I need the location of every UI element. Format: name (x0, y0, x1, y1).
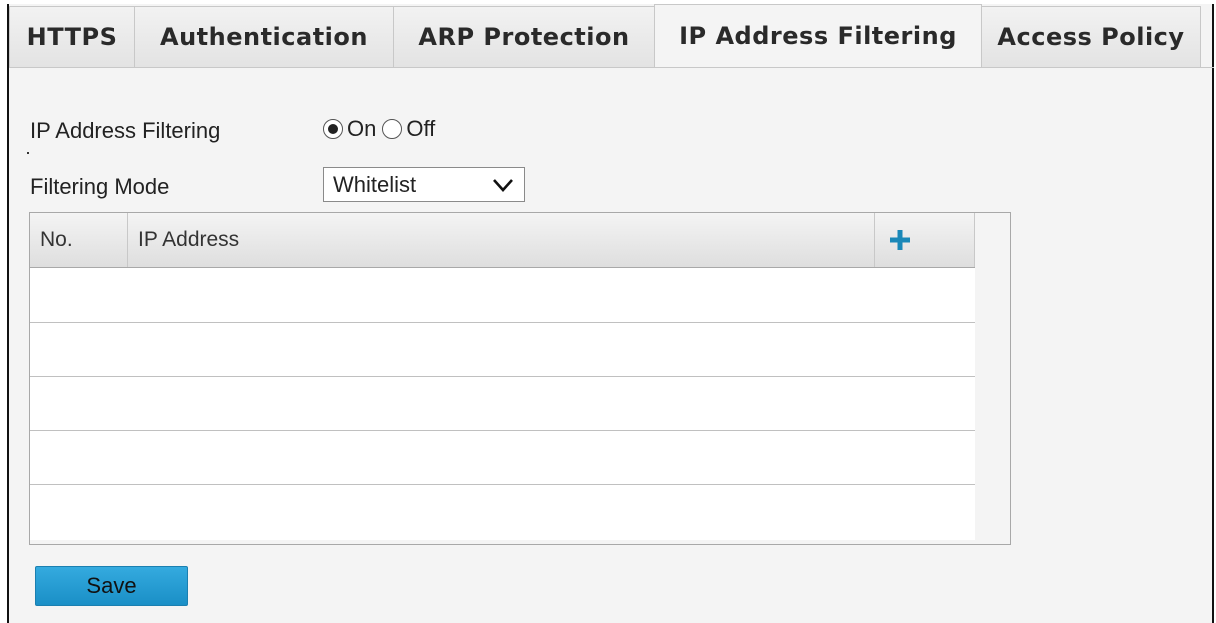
tab-https[interactable]: HTTPS (9, 6, 135, 68)
table-row (30, 485, 975, 540)
radio-selected-dot (328, 124, 338, 134)
filtering-mode-select[interactable]: Whitelist (323, 167, 525, 202)
table-body (30, 268, 975, 540)
radio-on-label[interactable]: On (347, 116, 376, 142)
add-ip-button[interactable] (875, 213, 975, 267)
column-header-no: No. (30, 213, 128, 267)
save-button[interactable]: Save (35, 566, 188, 606)
ip-filtering-label: IP Address Filtering (30, 118, 221, 143)
radio-off-label[interactable]: Off (406, 116, 435, 142)
column-header-ip-address: IP Address (128, 213, 875, 267)
tab-ip-address-filtering[interactable]: IP Address Filtering (654, 4, 982, 68)
tab-access-policy[interactable]: Access Policy (981, 6, 1201, 68)
tab-divider (9, 67, 1214, 68)
chevron-down-icon (493, 179, 513, 192)
speck (27, 152, 29, 154)
radio-on[interactable] (323, 119, 343, 139)
radio-off[interactable] (382, 119, 403, 139)
filtering-mode-label: Filtering Mode (30, 174, 170, 199)
table-row (30, 377, 975, 431)
filtering-mode-value: Whitelist (333, 171, 417, 197)
ip-address-table: No. IP Address (29, 212, 1011, 545)
table-header: No. IP Address (30, 213, 975, 268)
tab-bar: HTTPS Authentication ARP Protection IP A… (9, 4, 1216, 68)
table-row (30, 323, 975, 377)
table-row (30, 431, 975, 485)
tab-authentication[interactable]: Authentication (134, 6, 394, 68)
tab-arp-protection[interactable]: ARP Protection (393, 6, 655, 68)
table-row (30, 268, 975, 323)
ip-filtering-radio-group: On Off (323, 116, 441, 142)
plus-icon[interactable] (889, 229, 911, 251)
